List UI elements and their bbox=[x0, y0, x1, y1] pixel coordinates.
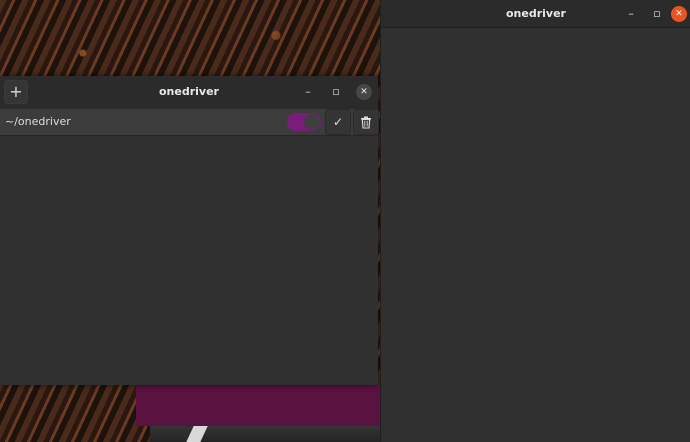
checkmark-icon: ✓ bbox=[332, 115, 344, 129]
mount-confirm-button[interactable]: ✓ bbox=[325, 109, 351, 135]
onedriver-mounts-window: + onedriver – ▫ ✕ ~/onedriver ✓ bbox=[0, 76, 379, 385]
maximize-icon: ▫ bbox=[653, 7, 661, 20]
minimize-icon: – bbox=[305, 85, 311, 98]
minimize-button[interactable]: – bbox=[302, 86, 314, 98]
toggle-knob bbox=[304, 114, 320, 130]
minimize-button[interactable]: – bbox=[625, 8, 637, 20]
headerbar: + onedriver – ▫ ✕ bbox=[0, 76, 378, 110]
trash-icon bbox=[361, 116, 371, 129]
minimize-icon: – bbox=[628, 7, 634, 20]
close-icon: ✕ bbox=[675, 9, 683, 19]
window-title: onedriver bbox=[159, 85, 219, 98]
maximize-icon: ▫ bbox=[332, 85, 340, 98]
onedriver-empty-window: onedriver – ▫ ✕ bbox=[380, 0, 690, 442]
headerbar: onedriver – ▫ ✕ bbox=[381, 0, 690, 28]
mount-toggle-switch[interactable] bbox=[287, 113, 321, 131]
window-title: onedriver bbox=[506, 7, 566, 20]
delete-mount-button[interactable] bbox=[353, 109, 379, 135]
close-button[interactable]: ✕ bbox=[671, 6, 687, 22]
close-icon: ✕ bbox=[360, 87, 368, 97]
mount-path-label: ~/onedriver bbox=[5, 115, 71, 128]
window-content-empty bbox=[381, 28, 690, 442]
mount-row[interactable]: ~/onedriver ✓ bbox=[0, 109, 379, 136]
close-button[interactable]: ✕ bbox=[356, 84, 372, 100]
maximize-button[interactable]: ▫ bbox=[330, 86, 342, 98]
maximize-button[interactable]: ▫ bbox=[651, 8, 663, 20]
background-window-purple bbox=[136, 384, 380, 426]
